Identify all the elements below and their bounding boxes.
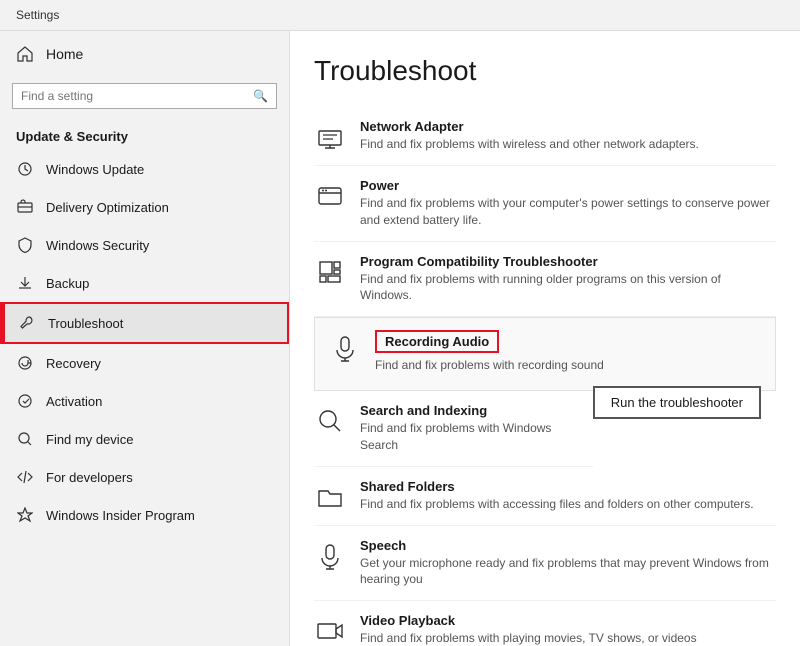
page-title: Troubleshoot xyxy=(314,55,776,87)
run-troubleshooter-button[interactable]: Run the troubleshooter xyxy=(593,386,761,419)
sidebar-item-for-developers[interactable]: For developers xyxy=(0,458,289,496)
sidebar: Home 🔍 Update & Security Windows Update … xyxy=(0,31,290,646)
sidebar-item-windows-insider[interactable]: Windows Insider Program xyxy=(0,496,289,534)
nav-label-windows-security: Windows Security xyxy=(46,238,149,253)
speech-icon xyxy=(314,540,346,572)
nav-label-for-developers: For developers xyxy=(46,470,133,485)
recording-audio-header: Recording Audio Find and fix problems wi… xyxy=(329,330,761,374)
title-bar: Settings xyxy=(0,0,800,31)
item-content-shared-folders: Shared Folders Find and fix problems wit… xyxy=(360,479,776,513)
search-icon xyxy=(314,405,346,437)
sidebar-item-find-my-device[interactable]: Find my device xyxy=(0,420,289,458)
search-input[interactable] xyxy=(21,89,247,103)
item-desc-video-playback: Find and fix problems with playing movie… xyxy=(360,630,776,646)
folder-icon xyxy=(314,481,346,513)
nav-label-troubleshoot: Troubleshoot xyxy=(48,316,123,331)
troubleshoot-item-speech: Speech Get your microphone ready and fix… xyxy=(314,526,776,602)
sidebar-item-recovery[interactable]: Recovery xyxy=(0,344,289,382)
troubleshoot-item-power: Power Find and fix problems with your co… xyxy=(314,166,776,242)
troubleshoot-item-video-playback: Video Playback Find and fix problems wit… xyxy=(314,601,776,646)
recording-audio-desc: Find and fix problems with recording sou… xyxy=(375,357,761,374)
recording-audio-title: Recording Audio xyxy=(375,330,499,353)
insider-icon xyxy=(16,506,34,524)
troubleshoot-item-recording-audio: Recording Audio Find and fix problems wi… xyxy=(314,317,776,391)
video-icon xyxy=(314,615,346,646)
item-content-power: Power Find and fix problems with your co… xyxy=(360,178,776,229)
search-box[interactable]: 🔍 xyxy=(12,83,277,109)
network-icon xyxy=(314,121,346,153)
item-desc-shared-folders: Find and fix problems with accessing fil… xyxy=(360,496,776,513)
security-icon xyxy=(16,236,34,254)
item-title-power: Power xyxy=(360,178,776,193)
sidebar-home-label: Home xyxy=(46,46,83,62)
item-desc-network-adapter: Find and fix problems with wireless and … xyxy=(360,136,776,153)
nav-items-container: Windows Update Delivery Optimization Win… xyxy=(0,150,289,534)
nav-label-recovery: Recovery xyxy=(46,356,101,371)
mic-icon xyxy=(329,332,361,364)
item-content-program-compat: Program Compatibility Troubleshooter Fin… xyxy=(360,254,776,305)
nav-label-backup: Backup xyxy=(46,276,89,291)
sidebar-home[interactable]: Home xyxy=(0,31,289,77)
update-icon xyxy=(16,160,34,178)
item-title-video-playback: Video Playback xyxy=(360,613,776,628)
power-icon xyxy=(314,180,346,212)
nav-label-find-my-device: Find my device xyxy=(46,432,133,447)
item-desc-program-compat: Find and fix problems with running older… xyxy=(360,271,776,305)
sidebar-item-troubleshoot[interactable]: Troubleshoot xyxy=(0,302,289,344)
nav-label-activation: Activation xyxy=(46,394,102,409)
item-desc-speech: Get your microphone ready and fix proble… xyxy=(360,555,776,589)
item-title-program-compat: Program Compatibility Troubleshooter xyxy=(360,254,776,269)
troubleshoot-item-shared-folders: Shared Folders Find and fix problems wit… xyxy=(314,467,776,526)
item-desc-search-indexing: Find and fix problems with Windows Searc… xyxy=(360,420,593,454)
main-container: Home 🔍 Update & Security Windows Update … xyxy=(0,31,800,646)
recording-audio-content: Recording Audio Find and fix problems wi… xyxy=(375,330,761,374)
find-icon xyxy=(16,430,34,448)
delivery-icon xyxy=(16,198,34,216)
item-title-shared-folders: Shared Folders xyxy=(360,479,776,494)
troubleshoot-item-program-compat: Program Compatibility Troubleshooter Fin… xyxy=(314,242,776,318)
sidebar-item-windows-update[interactable]: Windows Update xyxy=(0,150,289,188)
recovery-icon xyxy=(16,354,34,372)
section-header: Update & Security xyxy=(0,121,289,150)
sidebar-item-backup[interactable]: Backup xyxy=(0,264,289,302)
item-content-speech: Speech Get your microphone ready and fix… xyxy=(360,538,776,589)
sidebar-item-windows-security[interactable]: Windows Security xyxy=(0,226,289,264)
item-title-speech: Speech xyxy=(360,538,776,553)
item-desc-power: Find and fix problems with your computer… xyxy=(360,195,776,229)
nav-label-delivery-optimization: Delivery Optimization xyxy=(46,200,169,215)
nav-label-windows-update: Windows Update xyxy=(46,162,144,177)
home-icon xyxy=(16,45,34,63)
item-content-video-playback: Video Playback Find and fix problems wit… xyxy=(360,613,776,646)
backup-icon xyxy=(16,274,34,292)
troubleshoot-item-search-indexing: Search and Indexing Find and fix problem… xyxy=(314,391,593,467)
activation-icon xyxy=(16,392,34,410)
sidebar-item-activation[interactable]: Activation xyxy=(0,382,289,420)
title-bar-label: Settings xyxy=(16,8,59,22)
search-icon: 🔍 xyxy=(253,89,268,103)
item-content-search-indexing: Search and Indexing Find and fix problem… xyxy=(360,403,593,454)
item-title-search-indexing: Search and Indexing xyxy=(360,403,593,418)
content-area: Troubleshoot Network Adapter Find and fi… xyxy=(290,31,800,646)
wrench-icon xyxy=(18,314,36,332)
troubleshoot-items: Network Adapter Find and fix problems wi… xyxy=(314,107,776,646)
developers-icon xyxy=(16,468,34,486)
troubleshoot-item-network-adapter: Network Adapter Find and fix problems wi… xyxy=(314,107,776,166)
program-icon xyxy=(314,256,346,288)
item-content-network-adapter: Network Adapter Find and fix problems wi… xyxy=(360,119,776,153)
nav-label-windows-insider: Windows Insider Program xyxy=(46,508,195,523)
sidebar-item-delivery-optimization[interactable]: Delivery Optimization xyxy=(0,188,289,226)
item-title-network-adapter: Network Adapter xyxy=(360,119,776,134)
